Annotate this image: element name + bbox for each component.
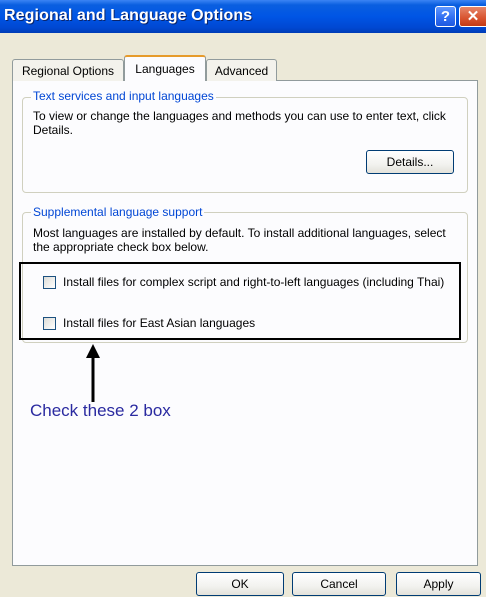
text-services-description: To view or change the languages and meth…	[33, 109, 446, 137]
text-services-legend: Text services and input languages	[31, 89, 216, 103]
tab-advanced[interactable]: Advanced	[206, 59, 277, 81]
east-asian-checkbox[interactable]	[43, 317, 56, 330]
close-button[interactable]: ✕	[459, 6, 486, 27]
close-icon: ✕	[466, 8, 480, 25]
supplemental-description: Most languages are installed by default.…	[33, 226, 446, 254]
title-bar: Regional and Language Options ? ✕	[0, 0, 486, 33]
ok-button[interactable]: OK	[196, 572, 284, 596]
tab-languages[interactable]: Languages	[124, 55, 206, 81]
complex-script-label[interactable]: Install files for complex script and rig…	[63, 275, 458, 289]
help-icon: ?	[440, 8, 451, 25]
annotation-arrow-icon	[86, 344, 100, 402]
tab-regional-options[interactable]: Regional Options	[12, 59, 124, 81]
apply-button[interactable]: Apply	[396, 572, 481, 596]
window-title: Regional and Language Options	[4, 7, 253, 24]
east-asian-label[interactable]: Install files for East Asian languages	[63, 316, 323, 330]
annotation-text: Check these 2 box	[30, 401, 171, 420]
complex-script-checkbox[interactable]	[43, 276, 56, 289]
details-button[interactable]: Details...	[366, 150, 454, 174]
supplemental-legend: Supplemental language support	[31, 205, 205, 219]
help-button[interactable]: ?	[435, 6, 456, 27]
cancel-button[interactable]: Cancel	[292, 572, 386, 596]
